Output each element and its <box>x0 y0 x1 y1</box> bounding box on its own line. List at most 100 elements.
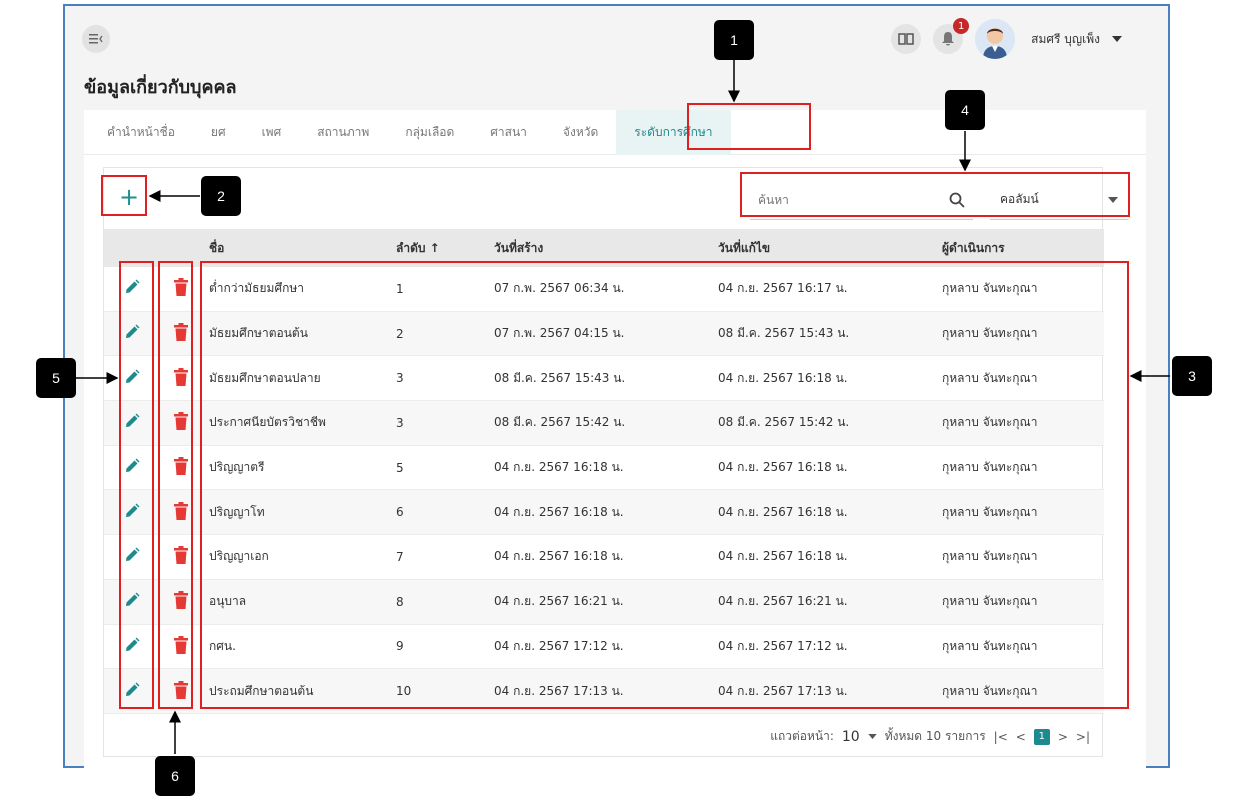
edit-icon[interactable] <box>124 458 140 477</box>
cell-updated: 08 มี.ค. 2567 15:42 น. <box>718 415 850 430</box>
notification-badge: 1 <box>953 18 970 34</box>
cell-created: 04 ก.ย. 2567 16:21 น. <box>494 594 624 609</box>
cell-updated: 04 ก.ย. 2567 16:18 น. <box>718 504 848 519</box>
table-row: ปริญญาตรี 5 04 ก.ย. 2567 16:18 น. 04 ก.ย. 2… <box>104 446 1104 491</box>
edit-icon[interactable] <box>124 279 140 298</box>
edit-icon[interactable] <box>124 503 140 522</box>
tab-gender[interactable]: เพศ <box>244 110 300 155</box>
rows-per-page-chevron-icon[interactable] <box>868 734 877 739</box>
cell-created: 04 ก.ย. 2567 16:18 น. <box>494 460 624 475</box>
tab-province[interactable]: จังหวัด <box>545 110 616 155</box>
tab-education-level[interactable]: ระดับการศึกษา <box>616 109 731 155</box>
table-row: ปริญญาโท 6 04 ก.ย. 2567 16:18 น. 04 ก.ย. 25… <box>104 490 1104 536</box>
callout-4: 4 <box>945 90 985 130</box>
cell-order: 3 <box>396 371 404 386</box>
cell-by: กุหลาบ จันทะกุณา <box>942 549 1038 564</box>
cell-updated: 04 ก.ย. 2567 16:18 น. <box>718 460 848 475</box>
table-row: ประถมศึกษาตอนต้น 10 04 ก.ย. 2567 17:13 น. 0… <box>104 669 1104 714</box>
tab-blood-group[interactable]: กลุ่มเลือด <box>387 110 472 155</box>
edit-icon[interactable] <box>124 324 140 343</box>
edit-icon[interactable] <box>124 637 140 656</box>
header-name[interactable]: ชื่อ <box>203 239 396 258</box>
edit-icon[interactable] <box>124 413 140 432</box>
edit-icon[interactable] <box>124 592 140 611</box>
data-table: ชื่อ ลำดับ ↑ วันที่สร้าง วันที่แก้ไข ผู้… <box>104 229 1104 714</box>
callout-1: 1 <box>714 20 754 60</box>
delete-icon[interactable] <box>174 323 188 344</box>
delete-icon[interactable] <box>174 680 188 702</box>
delete-icon[interactable] <box>174 278 188 299</box>
header-order[interactable]: ลำดับ ↑ <box>396 239 494 258</box>
page-number[interactable]: 1 <box>1033 728 1050 745</box>
chevron-down-icon <box>1108 196 1118 203</box>
cell-name: ปริญญาเอก <box>209 549 269 564</box>
notification-button[interactable]: 1 <box>933 18 970 54</box>
search-input[interactable] <box>758 192 949 207</box>
table-row: อนุบาล 8 04 ก.ย. 2567 16:21 น. 04 ก.ย. 2567… <box>104 579 1104 625</box>
tab-bar: คำนำหน้าชื่อ ยศ เพศ สถานภาพ กลุ่มเลือด ศ… <box>84 109 1146 155</box>
cell-by: กุหลาบ จันทะกุณา <box>942 460 1038 475</box>
last-page-icon[interactable]: >| <box>1076 730 1090 744</box>
bell-icon <box>942 32 955 46</box>
page-title: ข้อมูลเกี่ยวกับบุคคล <box>84 77 237 98</box>
header-by[interactable]: ผู้ดำเนินการ <box>942 239 1104 258</box>
cell-name: กศน. <box>209 638 236 653</box>
user-menu-chevron-icon[interactable] <box>1112 36 1122 42</box>
cell-updated: 04 ก.ย. 2567 16:18 น. <box>718 370 848 385</box>
table-row: มัธยมศึกษาตอนปลาย 3 08 มี.ค. 2567 15:43 น.… <box>104 356 1104 402</box>
content-card: คำนำหน้าชื่อ ยศ เพศ สถานภาพ กลุ่มเลือด ศ… <box>84 109 1146 770</box>
edit-icon[interactable] <box>124 682 140 701</box>
tab-marital-status[interactable]: สถานภาพ <box>299 110 387 155</box>
column-select[interactable]: คอลัมน์ <box>990 180 1128 220</box>
delete-icon[interactable] <box>174 546 188 567</box>
cell-updated: 04 ก.ย. 2567 16:17 น. <box>718 281 848 296</box>
delete-icon[interactable] <box>174 635 188 657</box>
table-body: ต่ำกว่ามัธยมศึกษา 1 07 ก.พ. 2567 06:34 น. 0… <box>104 267 1104 714</box>
cell-by: กุหลาบ จันทะกุณา <box>942 370 1038 385</box>
cell-name: มัธยมศึกษาตอนปลาย <box>209 370 321 385</box>
edit-icon[interactable] <box>124 369 140 388</box>
cell-order: 1 <box>396 281 404 296</box>
callout-6: 6 <box>155 756 195 796</box>
user-name[interactable]: สมศรี บุญเพ็ง <box>1031 30 1100 49</box>
cell-order: 2 <box>396 326 404 341</box>
prev-page-icon[interactable]: < <box>1016 730 1026 744</box>
table-row: มัธยมศึกษาตอนต้น 2 07 ก.พ. 2567 04:15 น. 08… <box>104 311 1104 357</box>
rows-per-page-select[interactable]: 10 <box>842 729 860 745</box>
tab-rank[interactable]: ยศ <box>193 110 244 155</box>
cell-updated: 04 ก.ย. 2567 17:13 น. <box>718 683 848 698</box>
pagination: แถวต่อหน้า: 10 ทั้งหมด 10 รายการ |< < 1 … <box>770 727 1090 746</box>
delete-icon[interactable] <box>174 367 188 389</box>
user-avatar-icon <box>975 19 1016 59</box>
cell-order: 3 <box>396 415 404 430</box>
first-page-icon[interactable]: |< <box>994 730 1008 744</box>
header-created[interactable]: วันที่สร้าง <box>494 239 718 258</box>
next-page-icon[interactable]: > <box>1058 730 1068 744</box>
app-window: 1 สมศรี บุญเพ็ง ข้อมูลเกี่ยวกับบุคคล คำน… <box>63 4 1170 770</box>
column-select-label: คอลัมน์ <box>1000 192 1039 206</box>
search-icon[interactable] <box>949 192 965 208</box>
cell-updated: 08 มี.ค. 2567 15:43 น. <box>718 326 850 341</box>
table-row: ต่ำกว่ามัธยมศึกษา 1 07 ก.พ. 2567 06:34 น. 0… <box>104 267 1104 312</box>
delete-icon[interactable] <box>174 457 188 478</box>
cell-by: กุหลาบ จันทะกุณา <box>942 326 1038 341</box>
menu-collapse-button[interactable] <box>82 25 110 53</box>
manual-button[interactable] <box>891 24 922 54</box>
header-updated[interactable]: วันที่แก้ไข <box>718 239 942 258</box>
cell-created: 04 ก.ย. 2567 17:13 น. <box>494 683 624 698</box>
table-row: ประกาศนียบัตรวิชาชีพ 3 08 มี.ค. 2567 15:42… <box>104 401 1104 446</box>
cell-name: ปริญญาตรี <box>209 460 265 475</box>
tab-title-prefix[interactable]: คำนำหน้าชื่อ <box>89 110 193 155</box>
cell-order: 6 <box>396 505 404 520</box>
add-button[interactable]: + <box>114 182 144 212</box>
edit-icon[interactable] <box>124 547 140 566</box>
avatar[interactable] <box>975 19 1016 59</box>
cell-created: 07 ก.พ. 2567 06:34 น. <box>494 281 625 296</box>
cell-name: อนุบาล <box>209 594 247 609</box>
tab-religion[interactable]: ศาสนา <box>472 110 545 155</box>
cell-by: กุหลาบ จันทะกุณา <box>942 415 1038 430</box>
cell-order: 9 <box>396 639 404 654</box>
delete-icon[interactable] <box>174 501 188 523</box>
delete-icon[interactable] <box>174 412 188 433</box>
delete-icon[interactable] <box>174 591 188 612</box>
